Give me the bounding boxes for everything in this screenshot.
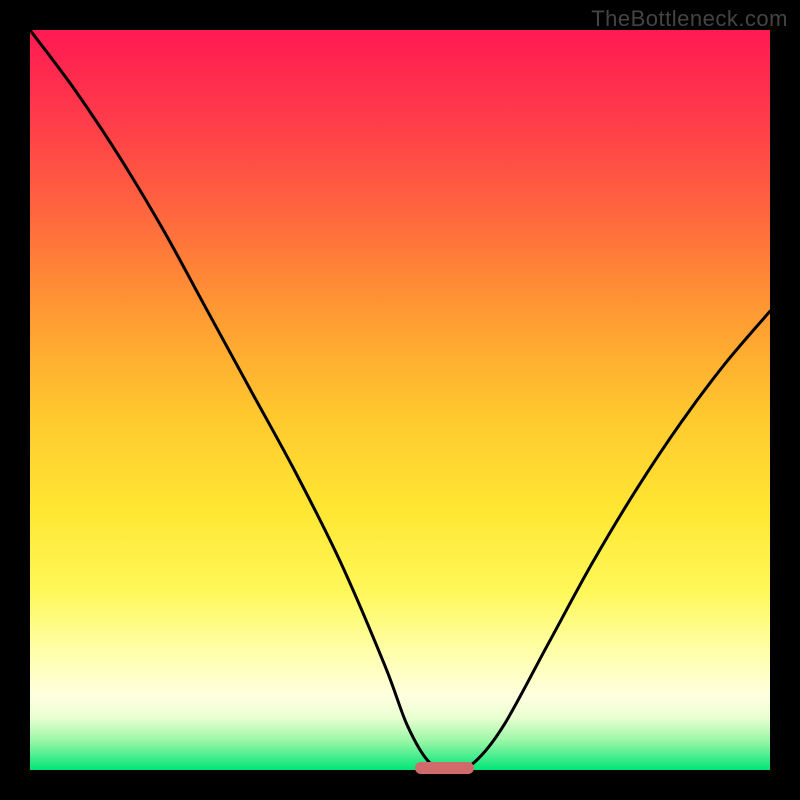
bottleneck-curve — [30, 30, 770, 770]
watermark-text: TheBottleneck.com — [591, 6, 788, 32]
optimal-range-marker — [415, 762, 474, 774]
chart-area — [30, 30, 770, 770]
